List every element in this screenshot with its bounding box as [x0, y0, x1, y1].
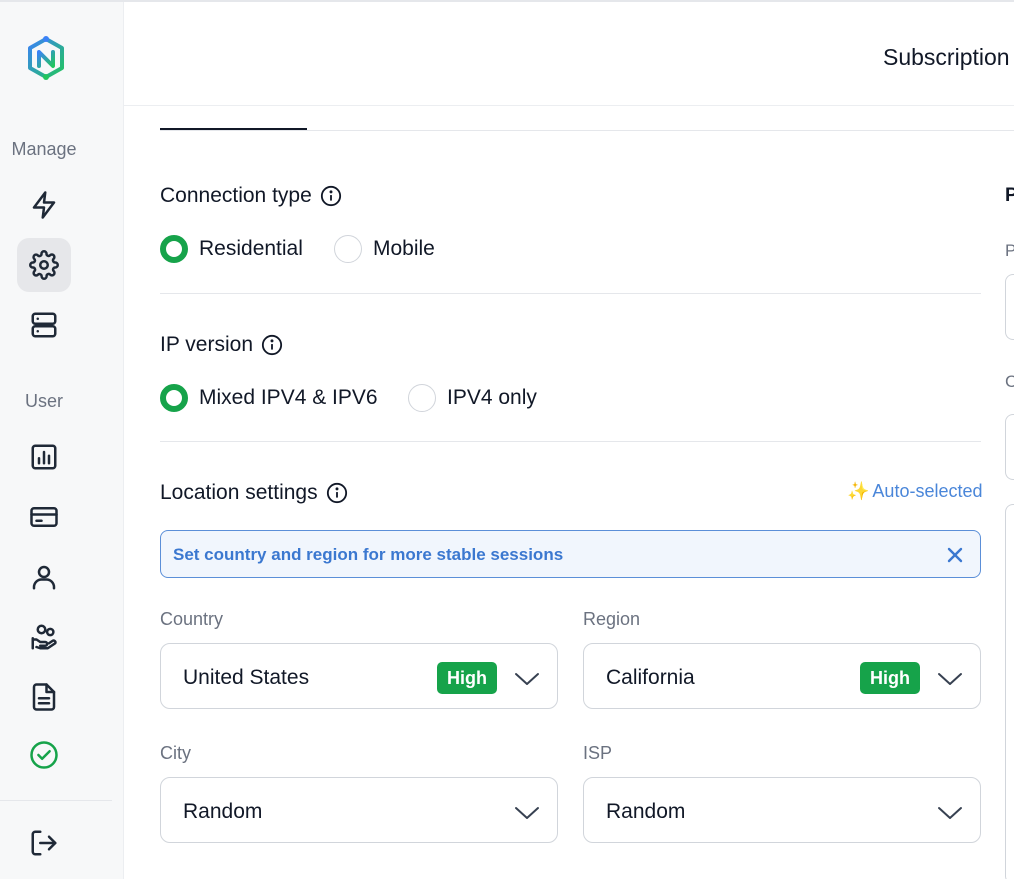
right-panel-label: C — [1005, 372, 1014, 391]
radio-button-checked[interactable] — [160, 384, 188, 412]
radio-mobile[interactable]: Mobile — [334, 235, 435, 263]
settings-icon — [29, 250, 59, 280]
banner-message: Set country and region for more stable s… — [173, 545, 564, 564]
nav-item-profile[interactable] — [17, 550, 71, 604]
region-value: California — [606, 666, 695, 689]
chart-icon — [31, 444, 57, 470]
referral-icon — [31, 624, 57, 650]
city-label: City — [160, 743, 191, 763]
nav-item-verification[interactable] — [17, 728, 71, 782]
region-select[interactable]: California High — [583, 643, 981, 709]
radio-button-checked[interactable] — [160, 235, 188, 263]
credit-card-icon — [30, 507, 58, 527]
location-settings-title: Location settings — [160, 481, 318, 504]
connection-type-title: Connection type — [160, 184, 312, 207]
region-label: Region — [583, 609, 641, 629]
radio-residential[interactable]: Residential — [160, 235, 303, 263]
user-section-label: User — [24, 391, 63, 411]
chevron-down-icon — [513, 802, 541, 822]
location-settings-heading: Location settings — [160, 481, 348, 505]
chevron-down-icon — [936, 802, 964, 822]
auto-selected-indicator: ✨ Auto-selected — [847, 481, 983, 502]
document-icon — [32, 683, 56, 711]
ip-version-title: IP version — [160, 333, 253, 356]
connection-type-heading: Connection type — [160, 184, 342, 208]
nav-item-referral[interactable] — [17, 610, 71, 664]
ip-version-heading: IP version — [160, 333, 283, 357]
isp-select[interactable]: Random — [583, 777, 981, 843]
radio-label: Mobile — [373, 237, 435, 260]
nav-item-statistics[interactable] — [17, 430, 71, 484]
right-panel-heading: P — [1005, 185, 1014, 206]
isp-value: Random — [606, 800, 686, 823]
nav-item-billing[interactable] — [17, 490, 71, 544]
info-icon[interactable] — [326, 482, 348, 504]
sidebar-divider — [0, 800, 112, 801]
city-select[interactable]: Random — [160, 777, 558, 843]
right-panel-input[interactable] — [1005, 274, 1014, 340]
isp-label: ISP — [583, 743, 613, 763]
country-label: Country — [160, 609, 224, 629]
brand-logo-icon[interactable] — [26, 36, 66, 82]
close-icon[interactable] — [944, 544, 966, 566]
manage-section-label: Manage — [11, 139, 77, 159]
chevron-down-icon — [513, 668, 541, 688]
nav-item-bolt[interactable] — [17, 178, 71, 232]
logout-button[interactable] — [17, 816, 71, 870]
radio-button[interactable] — [334, 235, 362, 263]
radio-label: IPV4 only — [447, 386, 537, 409]
nav-item-settings[interactable] — [17, 238, 71, 292]
quality-badge: High — [860, 662, 920, 694]
country-value: United States — [183, 666, 310, 689]
sparkle-icon: ✨ — [847, 481, 870, 501]
radio-button[interactable] — [408, 384, 436, 412]
bolt-icon — [32, 191, 56, 219]
section-divider — [160, 293, 981, 294]
radio-mixed-ipv4-ipv6[interactable]: Mixed IPV4 & IPV6 — [160, 384, 378, 412]
city-value: Random — [183, 800, 263, 823]
right-panel-label: P — [1005, 241, 1014, 260]
info-icon[interactable] — [261, 334, 283, 356]
right-panel-input[interactable] — [1005, 414, 1014, 480]
radio-ipv4-only[interactable]: IPV4 only — [408, 384, 537, 412]
radio-label: Residential — [199, 237, 303, 260]
info-icon[interactable] — [320, 185, 342, 207]
sidebar: Manage User — [0, 2, 124, 879]
nav-item-documents[interactable] — [17, 670, 71, 724]
radio-label: Mixed IPV4 & IPV6 — [199, 386, 378, 409]
country-select[interactable]: United States High — [160, 643, 558, 709]
section-divider — [160, 441, 981, 442]
tabs-divider — [160, 130, 1014, 131]
active-tab-indicator — [160, 128, 307, 130]
page-header: Subscription — [124, 2, 1014, 106]
right-panel-area — [1005, 504, 1014, 879]
check-circle-icon — [30, 741, 58, 769]
nav-item-servers[interactable] — [17, 298, 71, 352]
chevron-down-icon — [936, 668, 964, 688]
page-title: Subscription — [883, 44, 1010, 70]
quality-badge: High — [437, 662, 497, 694]
user-icon — [32, 565, 56, 590]
server-icon — [31, 312, 57, 338]
auto-selected-label: Auto-selected — [872, 481, 983, 501]
info-banner: Set country and region for more stable s… — [160, 530, 981, 578]
logout-icon — [31, 830, 57, 856]
